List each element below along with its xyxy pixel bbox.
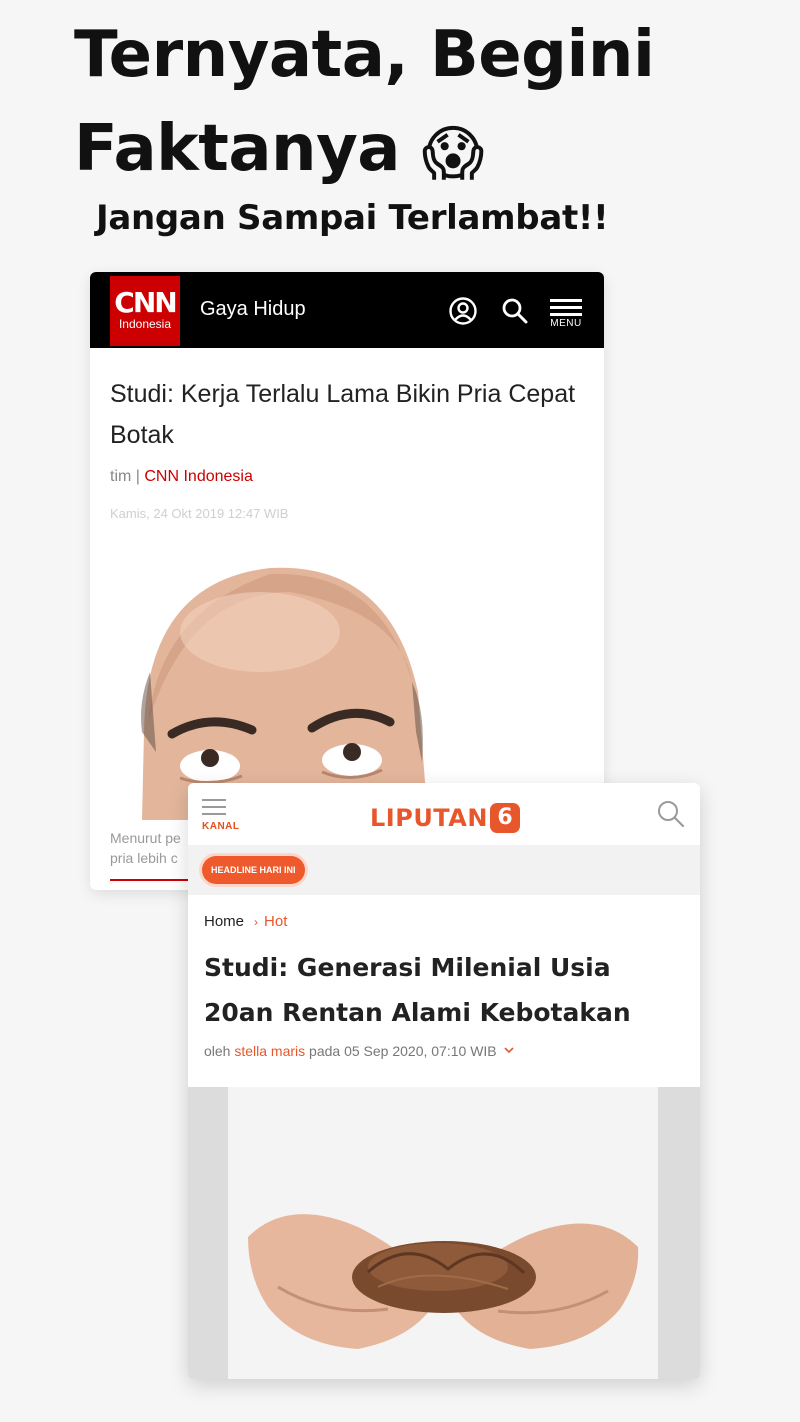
page-headline: Ternyata, Begini Faktanya 😱: [74, 8, 774, 201]
liputan6-logo-number: 6: [489, 803, 520, 833]
menu-label: MENU: [550, 318, 582, 329]
author-link[interactable]: stella maris: [234, 1043, 305, 1059]
liputan6-article-card: KANAL LIPUTAN 6 HEADLINE HARI INI Home › Ho…: [188, 783, 700, 1379]
liputan6-article-title[interactable]: Studi: Generasi Milenial Usia 20an Renta…: [204, 945, 684, 1035]
liputan6-logo-word: LIPUTAN: [370, 804, 488, 832]
breadcrumb-home[interactable]: Home: [204, 913, 244, 930]
menu-button[interactable]: MENU: [548, 296, 584, 342]
liputan6-header: KANAL LIPUTAN 6: [188, 783, 700, 845]
breadcrumb: Home › Hot: [204, 913, 287, 930]
hamburger-icon: [550, 299, 582, 316]
search-icon[interactable]: [656, 799, 686, 829]
cnn-article-date: Kamis, 24 Okt 2019 12:47 WIB: [110, 506, 289, 521]
search-icon[interactable]: [500, 296, 530, 326]
user-icon[interactable]: [448, 296, 478, 326]
headline-hari-ini-badge[interactable]: HEADLINE HARI INI: [202, 856, 305, 884]
chevron-down-icon[interactable]: [503, 1046, 515, 1054]
screaming-face-emoji-icon: 😱: [421, 119, 485, 189]
hamburger-icon: [202, 799, 226, 815]
liputan6-logo[interactable]: LIPUTAN 6: [370, 803, 520, 833]
cnn-logo-main: CNN: [114, 286, 177, 319]
article-meta: oleh stella maris pada 05 Sep 2020, 07:1…: [204, 1043, 515, 1059]
kanal-label: KANAL: [202, 821, 240, 832]
headline-strip: HEADLINE HARI INI: [188, 845, 700, 895]
meta-prefix: oleh: [204, 1043, 235, 1059]
meta-date: pada 05 Sep 2020, 07:10 WIB: [305, 1043, 497, 1059]
cnn-byline: tim | CNN Indonesia: [110, 468, 253, 486]
kanal-menu-button[interactable]: KANAL: [200, 797, 244, 837]
cnn-byline-author: tim |: [110, 468, 145, 485]
page-subheadline: Jangan Sampai Terlambat!!: [96, 198, 609, 238]
cnn-article-title[interactable]: Studi: Kerja Terlalu Lama Bikin Pria Cep…: [110, 374, 580, 456]
breadcrumb-current[interactable]: Hot: [264, 913, 287, 930]
hands-holding-hair-photo: [188, 1087, 700, 1379]
breadcrumb-separator-icon: ›: [254, 915, 259, 929]
cnn-logo-sub: Indonesia: [118, 317, 172, 331]
bald-man-photo: [90, 552, 604, 820]
headline-text: Ternyata, Begini Faktanya: [74, 18, 655, 186]
cnn-section-title[interactable]: Gaya Hidup: [200, 298, 306, 321]
cnn-logo[interactable]: CNN Indonesia: [110, 276, 180, 346]
cnn-header-bar: CNN Indonesia Gaya Hidup MENU: [90, 272, 604, 348]
cnn-byline-source[interactable]: CNN Indonesia: [144, 468, 253, 485]
